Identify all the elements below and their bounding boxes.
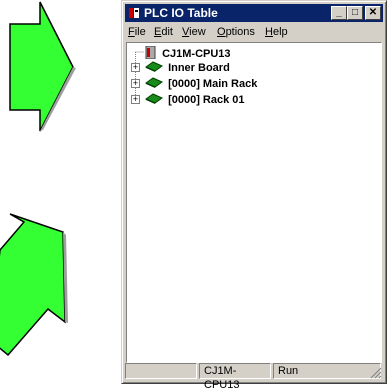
menu-edit[interactable]: Edit — [154, 26, 173, 38]
menu-mnemonic: F — [128, 26, 135, 38]
menu-bar: File Edit View Options Help — [125, 23, 383, 41]
right-arrow-icon — [9, 1, 74, 132]
tree-node-cpu[interactable]: CJ1M-CPU13 — [145, 45, 231, 61]
resize-grip-icon[interactable] — [370, 367, 382, 379]
board-icon — [144, 61, 164, 72]
menu-help[interactable]: Help — [265, 26, 288, 38]
menu-mnemonic: O — [217, 26, 226, 38]
status-mode: Run — [273, 363, 381, 379]
decorative-arrows — [0, 1, 76, 357]
app-icon — [128, 7, 140, 19]
rack-icon — [144, 77, 164, 88]
maximize-button[interactable]: □ — [347, 6, 363, 20]
expand-main-rack[interactable]: + — [131, 79, 140, 88]
tree-node-rack-01[interactable]: [0000] Rack 01 — [144, 93, 245, 107]
close-button[interactable]: ✕ — [365, 6, 381, 20]
menu-label: iew — [189, 26, 206, 38]
io-tree-view[interactable]: CJ1M-CPU13 + Inner Board + [0000] Main R… — [126, 42, 382, 363]
tree-node-inner-board[interactable]: Inner Board — [144, 61, 230, 75]
down-right-arrow-icon — [0, 213, 66, 357]
rack-icon — [144, 93, 164, 104]
title-bar[interactable]: PLC IO Table _ □ ✕ — [125, 4, 383, 22]
plc-io-table-window: PLC IO Table _ □ ✕ File Edit View Option… — [121, 0, 387, 391]
status-cpu: CJ1M-CPU13 — [199, 363, 271, 391]
window-title: PLC IO Table — [144, 6, 218, 20]
status-bar: CJ1M-CPU13 Run — [125, 362, 383, 391]
menu-label: ile — [134, 26, 146, 38]
expand-rack-01[interactable]: + — [131, 95, 140, 104]
menu-mnemonic: H — [265, 26, 273, 38]
expand-inner-board[interactable]: + — [131, 63, 140, 72]
menu-view[interactable]: View — [182, 26, 206, 38]
plc-cpu-icon — [145, 45, 156, 60]
status-empty-panel — [125, 363, 197, 379]
menu-label: elp — [272, 26, 288, 38]
menu-options[interactable]: Options — [217, 26, 255, 38]
menu-label: dit — [161, 26, 173, 38]
minimize-button[interactable]: _ — [331, 6, 347, 20]
menu-label: ptions — [225, 26, 255, 38]
menu-file[interactable]: File — [128, 26, 146, 38]
tree-node-main-rack[interactable]: [0000] Main Rack — [144, 77, 257, 91]
